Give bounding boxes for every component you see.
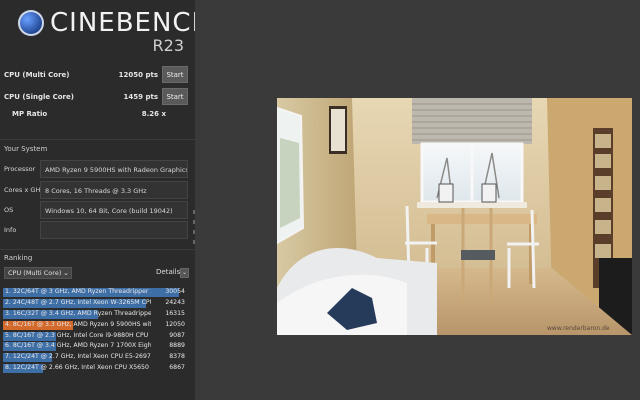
app-version: R23 bbox=[152, 36, 184, 55]
ranking-item[interactable]: 5. 8C/16T @ 2.3 GHz, Intel Core i9-9880H… bbox=[3, 331, 193, 342]
ranking-list[interactable]: 1. 32C/64T @ 3 GHz, AMD Ryzen Threadripp… bbox=[3, 287, 193, 397]
ranking-item-label: 6. 8C/16T @ 3.4 GHz, AMD Ryzen 7 1700X E… bbox=[5, 342, 151, 350]
cores-value: 8 Cores, 16 Threads @ 3.3 GHz bbox=[40, 181, 188, 199]
ranking-item-score: 16315 bbox=[165, 309, 185, 317]
ranking-item-label: 1. 32C/64T @ 3 GHz, AMD Ryzen Threadripp… bbox=[5, 288, 151, 295]
single-core-score: 1459 pts bbox=[123, 93, 158, 101]
multi-core-start-button[interactable]: Start bbox=[162, 66, 188, 83]
app-title: CINEBENCH bbox=[50, 8, 213, 38]
cores-row: Cores x GHz 8 Cores, 16 Threads @ 3.3 GH… bbox=[0, 181, 190, 199]
processor-value: AMD Ryzen 9 5900HS with Radeon Graphics bbox=[40, 160, 188, 178]
ranking-item-label: 4. 8C/16T @ 3.3 GHz, AMD Ryzen 9 5900HS … bbox=[5, 320, 151, 328]
ranking-item[interactable]: 7. 12C/24T @ 2.7 GHz, Intel Xeon CPU E5-… bbox=[3, 352, 193, 363]
app-logo: CINEBENCH R23 bbox=[14, 8, 211, 58]
ranking-item[interactable]: 8. 12C/24T @ 2.66 GHz, Intel Xeon CPU X5… bbox=[3, 363, 193, 374]
ranking-item-score: 30054 bbox=[165, 288, 185, 295]
ranking-item-score: 12050 bbox=[165, 320, 185, 328]
render-preview-image: www.renderbaron.de bbox=[277, 98, 632, 335]
render-watermark: www.renderbaron.de bbox=[547, 325, 610, 332]
ranking-item[interactable]: 3. 16C/32T @ 3.4 GHz, AMD Ryzen Threadri… bbox=[3, 309, 193, 320]
ranking-item-label: 3. 16C/32T @ 3.4 GHz, AMD Ryzen Threadri… bbox=[5, 309, 151, 317]
ranking-title: Ranking bbox=[4, 254, 33, 262]
processor-row: Processor AMD Ryzen 9 5900HS with Radeon… bbox=[0, 160, 190, 178]
ranking-item-score: 6867 bbox=[169, 364, 185, 372]
ranking-item-score: 24243 bbox=[165, 298, 185, 306]
panel-resize-handle[interactable] bbox=[193, 210, 195, 250]
os-row: OS Windows 10, 64 Bit, Core (build 19042… bbox=[0, 201, 190, 219]
multi-core-score: 12050 pts bbox=[118, 71, 158, 79]
left-panel: CINEBENCH R23 CPU (Multi Core) 12050 pts… bbox=[0, 0, 211, 400]
divider bbox=[0, 249, 195, 250]
chevron-down-icon: ⌄ bbox=[181, 269, 188, 276]
os-value: Windows 10, 64 Bit, Core (build 19042) bbox=[40, 201, 188, 219]
info-row: Info bbox=[0, 221, 190, 239]
multi-core-row: CPU (Multi Core) 12050 pts Start bbox=[4, 65, 190, 85]
info-label: Info bbox=[4, 226, 17, 234]
ranking-item-score: 8889 bbox=[169, 342, 185, 350]
cores-label: Cores x GHz bbox=[4, 186, 44, 194]
chevron-down-icon: ⌄ bbox=[63, 269, 69, 277]
cinebench-logo-icon bbox=[18, 10, 44, 36]
ranking-item-label: 2. 24C/48T @ 2.7 GHz, Intel Xeon W-3265M… bbox=[5, 298, 151, 306]
ranking-item-score: 9087 bbox=[169, 331, 185, 339]
your-system-title: Your System bbox=[4, 145, 48, 153]
details-label[interactable]: Details bbox=[156, 268, 180, 276]
ranking-item-label: 7. 12C/24T @ 2.7 GHz, Intel Xeon CPU E5-… bbox=[5, 353, 151, 361]
ranking-item-label: 8. 12C/24T @ 2.66 GHz, Intel Xeon CPU X5… bbox=[5, 364, 149, 372]
single-core-row: CPU (Single Core) 1459 pts Start bbox=[4, 87, 190, 107]
ranking-item[interactable]: 6. 8C/16T @ 3.4 GHz, AMD Ryzen 7 1700X E… bbox=[3, 341, 193, 352]
ranking-mode-value: CPU (Multi Core) bbox=[8, 269, 62, 277]
os-label: OS bbox=[4, 206, 14, 214]
mp-ratio-row: MP Ratio 8.26 x bbox=[12, 110, 182, 118]
processor-label: Processor bbox=[4, 165, 36, 173]
ranking-item-label: 5. 8C/16T @ 2.3 GHz, Intel Core i9-9880H… bbox=[5, 331, 149, 339]
ranking-item[interactable]: 2. 24C/48T @ 2.7 GHz, Intel Xeon W-3265M… bbox=[3, 298, 193, 309]
ranking-item-score: 8378 bbox=[169, 353, 185, 361]
mp-ratio-label: MP Ratio bbox=[12, 110, 48, 118]
single-core-label: CPU (Single Core) bbox=[4, 93, 74, 101]
ranking-item[interactable]: 4. 8C/16T @ 3.3 GHz, AMD Ryzen 9 5900HS … bbox=[3, 320, 193, 331]
multi-core-label: CPU (Multi Core) bbox=[4, 71, 70, 79]
single-core-start-button[interactable]: Start bbox=[162, 88, 188, 105]
ranking-item[interactable]: 1. 32C/64T @ 3 GHz, AMD Ryzen Threadripp… bbox=[3, 287, 193, 298]
divider bbox=[0, 139, 195, 140]
mp-ratio-value: 8.26 x bbox=[141, 110, 166, 118]
info-field[interactable] bbox=[40, 221, 188, 239]
ranking-mode-select[interactable]: CPU (Multi Core) ⌄ bbox=[4, 267, 72, 279]
details-toggle-button[interactable]: ⌄ bbox=[180, 268, 189, 278]
